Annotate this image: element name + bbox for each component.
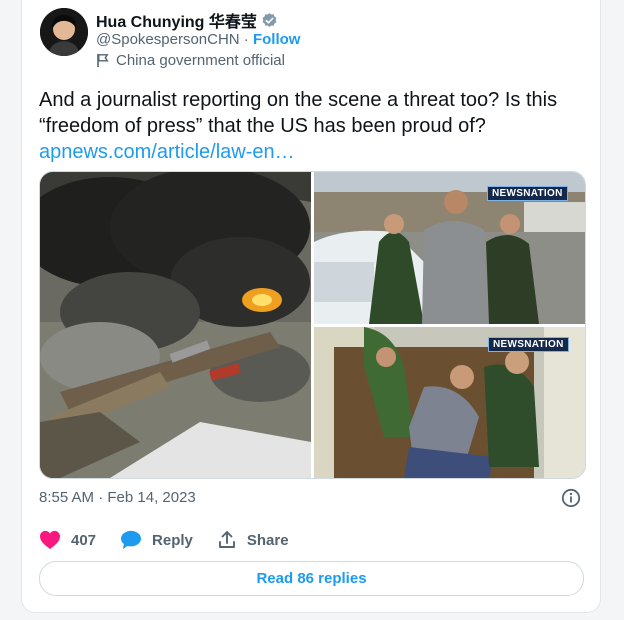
follow-button[interactable]: Follow	[253, 31, 301, 48]
account-label: China government official	[116, 52, 285, 69]
heart-icon	[40, 530, 60, 550]
share-icon	[218, 531, 235, 548]
author-handle-row: @SpokespersonCHN · Follow	[96, 31, 300, 48]
author-name-row: Hua Chunying 华春莹	[96, 8, 278, 32]
read-replies-label: Read 86 replies	[256, 570, 367, 587]
avatar[interactable]	[40, 8, 88, 56]
like-count: 407	[71, 531, 97, 549]
news-badge-bottom: NEWSNATION	[488, 337, 569, 352]
tweet-media-grid[interactable]: NEWSNATION NEWSNATION	[39, 171, 586, 479]
verified-badge-icon	[262, 12, 277, 27]
tweet-actions-bar: 407 Reply Share	[39, 530, 313, 550]
media-photo-arrest-indoor[interactable]: NEWSNATION	[314, 327, 585, 478]
reply-label: Reply	[152, 531, 193, 549]
speech-bubble-icon	[121, 530, 142, 550]
media-photo-arrest-outdoor[interactable]: NEWSNATION	[314, 172, 585, 324]
author-handle[interactable]: @SpokespersonCHN	[96, 31, 240, 48]
account-label-row: China government official	[96, 52, 285, 69]
flag-icon	[97, 54, 109, 67]
like-button[interactable]: 407	[39, 530, 96, 550]
reply-button[interactable]: Reply	[120, 530, 193, 550]
avatar-image	[40, 8, 88, 56]
read-replies-button[interactable]: Read 86 replies	[39, 561, 584, 596]
tweet-text: And a journalist reporting on the scene …	[39, 89, 558, 137]
tweet-link[interactable]: apnews.com/article/law-en…	[39, 139, 587, 165]
author-display-name[interactable]: Hua Chunying 华春莹	[96, 8, 257, 32]
handle-separator: ·	[243, 31, 249, 48]
share-label: Share	[246, 531, 289, 549]
tweet-timestamp[interactable]: 8:55 AM · Feb 14, 2023	[39, 489, 196, 506]
tweet-card: Hua Chunying 华春莹 @SpokespersonCHN · Foll…	[21, 0, 601, 613]
info-icon[interactable]	[561, 488, 581, 508]
media-photo-derailment[interactable]	[40, 172, 311, 478]
tweet-body: And a journalist reporting on the scene …	[39, 87, 587, 165]
derailment-photo-graphic	[40, 172, 311, 478]
news-badge-top: NEWSNATION	[487, 186, 568, 201]
share-button[interactable]: Share	[217, 530, 289, 550]
